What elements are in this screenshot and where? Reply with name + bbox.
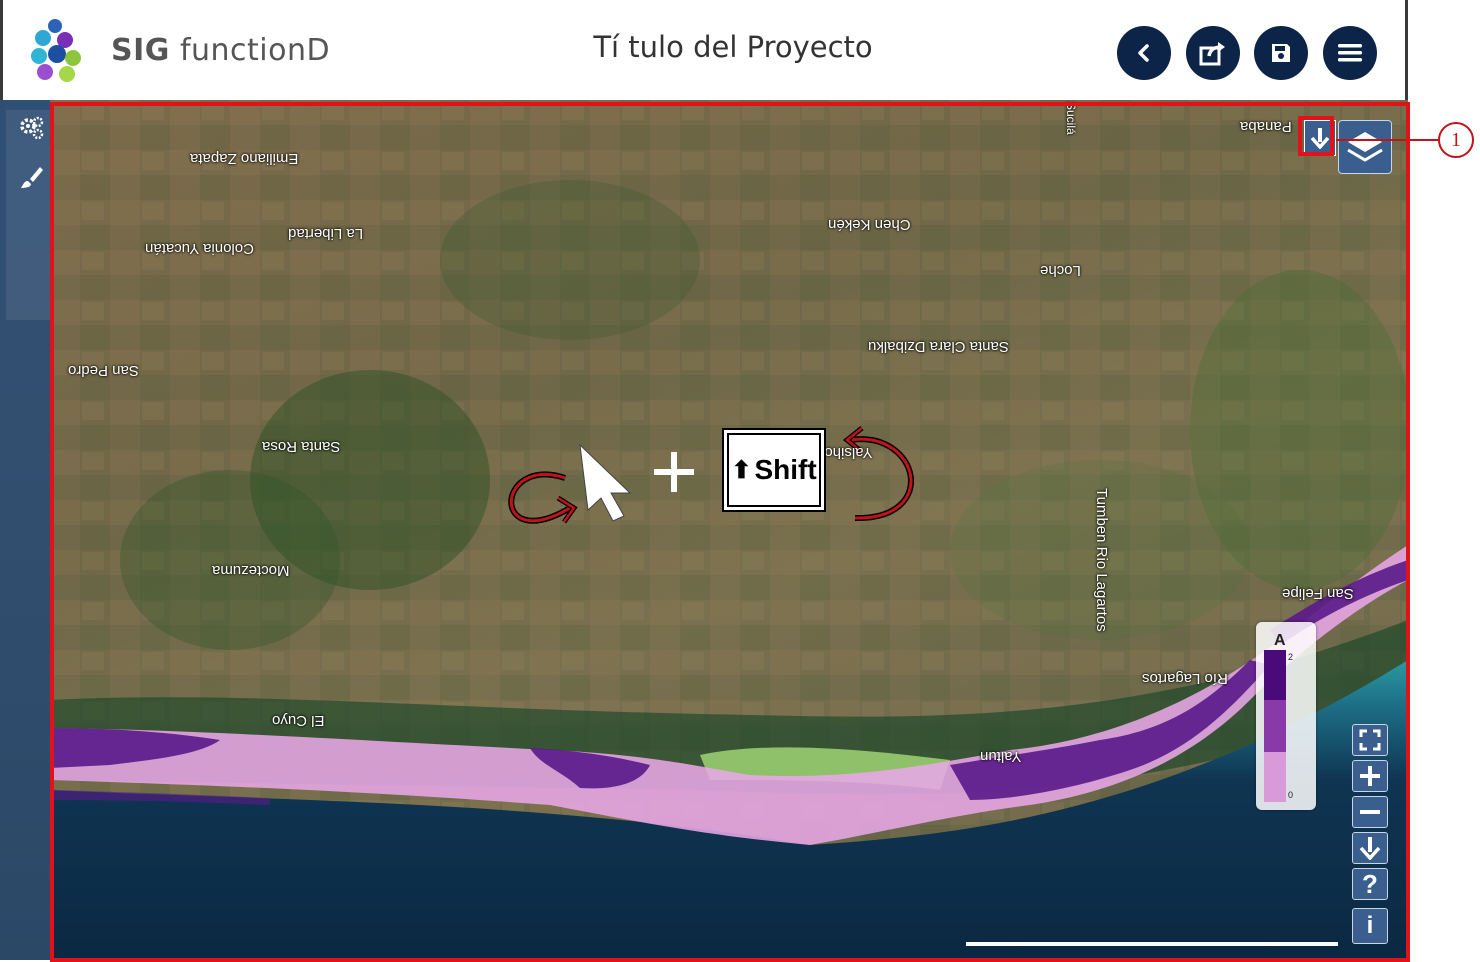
layers-button[interactable] [1338, 120, 1392, 174]
shift-key: ⬆ Shift [722, 428, 826, 512]
download-toggle-button[interactable] [1304, 120, 1336, 156]
place-label: Panaba [1240, 118, 1292, 135]
brand-rest: functionD [179, 33, 331, 68]
place-label: Chen Kekén [828, 216, 911, 233]
shift-arrow-icon: ⬆ [731, 456, 752, 484]
place-label: Santa Rosa [262, 438, 341, 455]
fullscreen-icon [1359, 729, 1381, 751]
fullscreen-button[interactable] [1352, 724, 1388, 756]
place-label: Santa Clara Dzibalku [868, 338, 1009, 355]
legend-max-label: 2 [1288, 652, 1294, 662]
scale-bar [966, 942, 1338, 946]
zoom-out-icon [1360, 810, 1380, 814]
place-label: El Cuyo [272, 712, 325, 729]
zoom-out-button[interactable] [1352, 796, 1388, 828]
callout-badge: 1 [1438, 122, 1474, 158]
zoom-in-icon [1360, 766, 1380, 786]
place-label: San Felipe [1282, 585, 1354, 602]
save-button[interactable] [1254, 26, 1308, 80]
settings-icon[interactable] [18, 114, 46, 142]
info-button[interactable]: i [1352, 908, 1388, 944]
place-label: Loche [1040, 262, 1081, 279]
place-label: Colonia Yucatán [145, 240, 254, 257]
brand-bold: SIG [111, 33, 170, 68]
legend-min-label: 0 [1288, 790, 1294, 800]
share-button[interactable] [1186, 26, 1240, 80]
menu-button[interactable] [1323, 26, 1377, 80]
place-label: San Pedro [68, 362, 139, 379]
place-label: Río Lagartos [1142, 670, 1228, 687]
app-logo [31, 19, 81, 82]
app-header: SIG functionD Tí tulo del Proyecto [0, 0, 1408, 100]
map-legend: A 2 0 [1256, 622, 1316, 810]
left-sidebar [0, 100, 51, 960]
legend-title: A [1274, 632, 1286, 649]
back-button[interactable] [1117, 26, 1171, 80]
help-button[interactable]: ? [1352, 868, 1388, 900]
back-icon [1138, 44, 1149, 62]
plus-sign [654, 452, 694, 492]
place-label: Yaltun [980, 748, 1022, 765]
place-label: Moctezuma [212, 562, 290, 579]
map-canvas[interactable]: Emiliano Zapata Colonia Yucatán La Liber… [50, 100, 1408, 960]
place-label: Sucilá [1064, 102, 1078, 135]
callout-line [1336, 139, 1438, 141]
layers-icon [1347, 132, 1383, 162]
download-icon [1359, 837, 1381, 860]
project-title: Tí tulo del Proyecto [593, 30, 873, 64]
satellite-imagery [50, 100, 1408, 960]
brush-icon[interactable] [18, 164, 46, 192]
place-label: Emiliano Zapata [190, 150, 299, 167]
arrow-down-icon [1310, 128, 1330, 149]
info-icon: i [1366, 912, 1374, 939]
help-icon: ? [1362, 868, 1378, 899]
share-icon [1199, 42, 1225, 66]
shift-label: Shift [754, 454, 817, 485]
place-label: Tumben Rio Lagartos [1093, 488, 1110, 632]
legend-color-bar [1264, 650, 1286, 802]
save-icon [1272, 44, 1290, 62]
menu-icon [1338, 44, 1362, 62]
place-label: La Libertad [288, 225, 364, 242]
zoom-in-button[interactable] [1352, 760, 1388, 792]
brand-name: SIG functionD [111, 33, 330, 68]
download-button[interactable] [1352, 832, 1388, 864]
